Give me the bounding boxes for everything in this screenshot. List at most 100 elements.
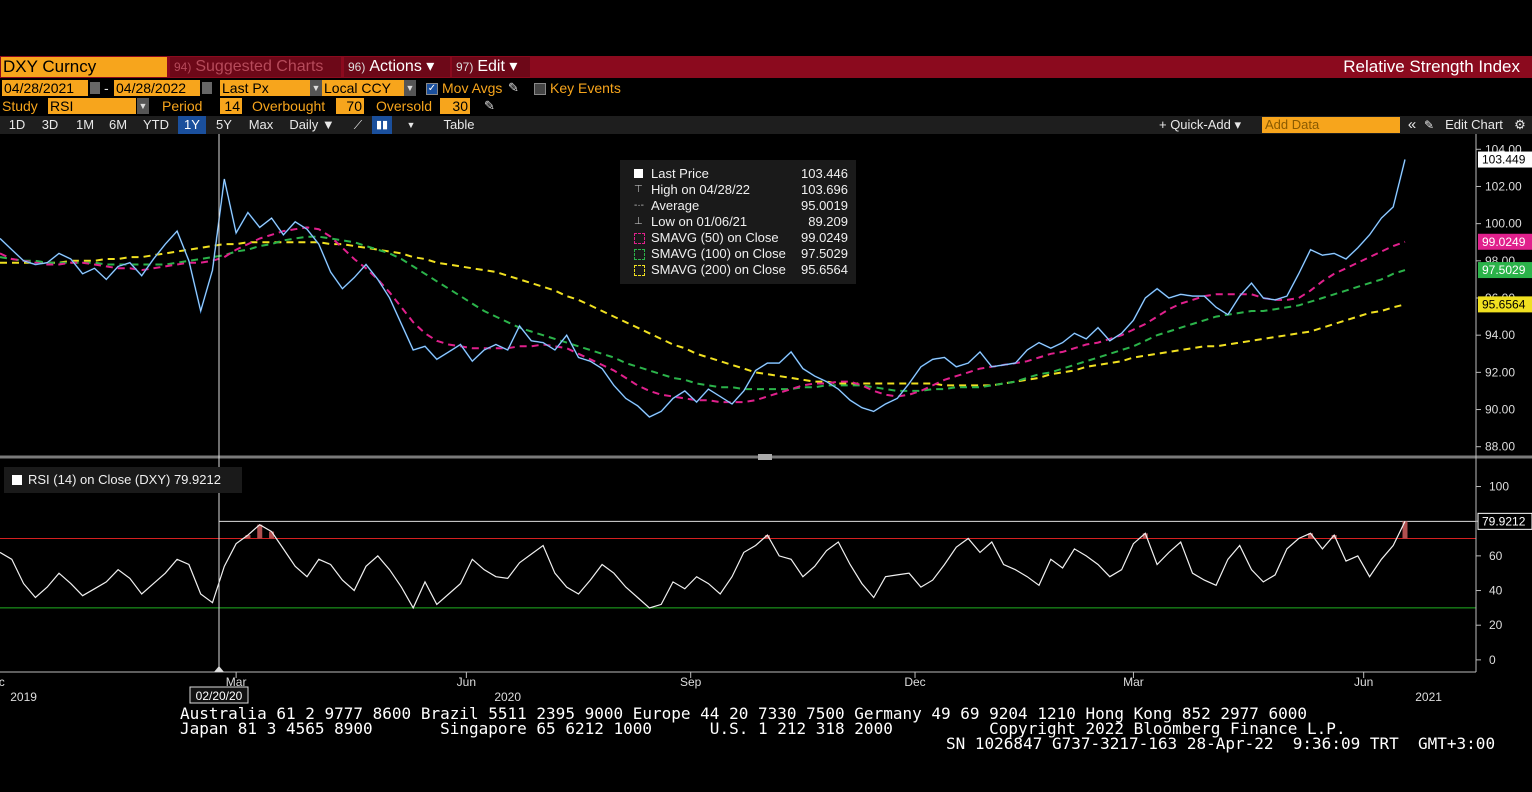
sma200-swatch-icon [634, 265, 645, 276]
legend-value: 103.446 [801, 166, 848, 181]
y-tick-label: 90.00 [1485, 403, 1515, 417]
rsi-tick-label: 0 [1489, 653, 1496, 667]
date-from-field[interactable]: 04/28/2021 [2, 80, 88, 96]
study-select[interactable]: RSI [48, 98, 136, 114]
chevron-down-icon: ▾ [426, 58, 435, 75]
y-tick-label: 100.00 [1485, 217, 1522, 231]
rsi-legend: RSI (14) on Close (DXY) 79.9212 [4, 467, 242, 493]
calendar-icon[interactable] [90, 82, 100, 94]
y-tick-label: 88.00 [1485, 440, 1515, 454]
rsi-tick-label: 60 [1489, 549, 1503, 563]
year-label: 2019 [10, 690, 37, 704]
chevron-down-icon: ▾ [509, 58, 518, 75]
low-marker-icon: ⊥ [634, 216, 643, 227]
edit-menu[interactable]: 97) Edit ▾ [452, 57, 530, 77]
collapse-icon[interactable]: « [1404, 116, 1420, 134]
range-button-3d[interactable]: 3D [38, 116, 62, 134]
price-field-select[interactable]: Last Px [220, 80, 310, 96]
sma100-swatch-icon [634, 249, 645, 260]
chart-legend: Last Price 103.446 ⊤ High on 04/28/22 103.6… [620, 160, 856, 284]
rsi-tick-label: 100 [1489, 480, 1509, 494]
legend-value: 95.6564 [801, 262, 848, 277]
currency-select[interactable]: Local CCY [322, 80, 404, 96]
menu-label: Actions [369, 58, 422, 75]
footer-session-line: SN 1026847 G737-3217-163 28-Apr-22 9:36:… [946, 734, 1496, 753]
legend-row-sma200: SMAVG (200) on Close 95.6564 [620, 262, 856, 278]
pencil-icon[interactable]: ✎ [508, 80, 519, 96]
mov-avgs-checkbox[interactable]: ✓ [426, 83, 438, 95]
resize-handle-icon [758, 454, 772, 460]
menu-number: 94) [174, 60, 192, 74]
legend-name: SMAVG (200) on Close [651, 262, 786, 277]
range-button-1y[interactable]: 1Y [178, 116, 206, 134]
date-to-field[interactable]: 04/28/2022 [114, 80, 200, 96]
rsi-tick-label: 20 [1489, 618, 1503, 632]
legend-name: Last Price [651, 166, 709, 181]
y-tick-label: 92.00 [1485, 365, 1515, 379]
square-icon [634, 169, 643, 178]
rsi-legend-label: RSI (14) on Close (DXY) [28, 472, 171, 487]
legend-value: 95.0019 [801, 198, 848, 213]
chart-title: Relative Strength Index [1343, 57, 1520, 76]
legend-value: 97.5029 [801, 246, 848, 261]
rsi-value-tag-label: 79.9212 [1482, 514, 1526, 528]
sma50-swatch-icon [634, 233, 645, 244]
bar-chart-icon[interactable]: ▮▮ [372, 116, 392, 134]
suggested-charts-button[interactable]: 94) Suggested Charts [170, 57, 341, 77]
menu-label: Edit [477, 58, 505, 75]
key-events-checkbox[interactable] [534, 83, 546, 95]
chevron-down-icon[interactable]: ▼ [310, 80, 322, 96]
price-tag-label: 103.449 [1482, 153, 1526, 167]
frequency-select[interactable]: Daily ▼ [284, 116, 340, 134]
overbought-label: Overbought [252, 98, 326, 114]
range-button-5y[interactable]: 5Y [212, 116, 236, 134]
legend-name: High on 04/28/22 [651, 182, 751, 197]
menu-label: Suggested Charts [195, 58, 324, 75]
crosshair-date-label: 02/20/20 [196, 689, 243, 703]
line-chart-icon[interactable]: ⟋ [346, 116, 370, 134]
legend-name: SMAVG (50) on Close [651, 230, 779, 245]
overbought-field[interactable]: 70 [336, 98, 364, 114]
ticker-field[interactable]: DXY Curncy [1, 57, 167, 77]
legend-value: 89.209 [808, 214, 848, 229]
high-marker-icon: ⊤ [634, 184, 643, 195]
range-button-6m[interactable]: 6M [104, 116, 132, 134]
table-button[interactable]: Table [434, 116, 484, 134]
chevron-down-icon[interactable]: ▼ [402, 116, 420, 134]
add-data-input[interactable]: Add Data [1262, 117, 1400, 133]
legend-row-low: ⊥ Low on 01/06/21 89.209 [620, 214, 856, 230]
calendar-icon[interactable] [202, 82, 212, 94]
series-line-rsi [0, 521, 1406, 610]
legend-row-high: ⊤ High on 04/28/22 103.696 [620, 182, 856, 198]
square-icon [12, 475, 22, 485]
x-tick-label: Jun [1354, 675, 1373, 689]
x-tick-label: Dec [0, 675, 5, 689]
period-field[interactable]: 14 [220, 98, 242, 114]
legend-row-sma100: SMAVG (100) on Close 97.5029 [620, 246, 856, 262]
price-tag-label: 95.6564 [1482, 297, 1526, 311]
edit-chart-button[interactable]: Edit Chart [1440, 116, 1508, 134]
rsi-tick-label: 40 [1489, 584, 1503, 598]
chevron-down-icon[interactable]: ▼ [404, 80, 416, 96]
quick-add-button[interactable]: + Quick-Add ▾ [1152, 116, 1248, 134]
period-label: Period [162, 98, 203, 114]
legend-row-last-price: Last Price 103.446 [620, 166, 856, 182]
range-button-max[interactable]: Max [246, 116, 276, 134]
chevron-down-icon[interactable]: ▼ [137, 98, 149, 114]
key-events-label: Key Events [550, 80, 621, 96]
year-label: 2020 [494, 690, 521, 704]
range-button-1m[interactable]: 1M [72, 116, 98, 134]
pencil-icon[interactable]: ✎ [484, 98, 495, 114]
legend-value: 99.0249 [801, 230, 848, 245]
legend-row-average: -·- Average 95.0019 [620, 198, 856, 214]
study-label: Study [2, 98, 38, 114]
oversold-field[interactable]: 30 [440, 98, 470, 114]
range-button-ytd[interactable]: YTD [140, 116, 172, 134]
actions-menu[interactable]: 96) Actions ▾ [344, 57, 450, 77]
x-tick-label: Mar [1123, 675, 1144, 689]
rsi-legend-value: 79.9212 [173, 472, 221, 487]
price-tag-label: 97.5029 [1482, 263, 1526, 277]
pencil-icon[interactable]: ✎ [1424, 116, 1434, 134]
gear-icon[interactable]: ⚙ [1512, 116, 1528, 134]
range-button-1d[interactable]: 1D [4, 116, 30, 134]
